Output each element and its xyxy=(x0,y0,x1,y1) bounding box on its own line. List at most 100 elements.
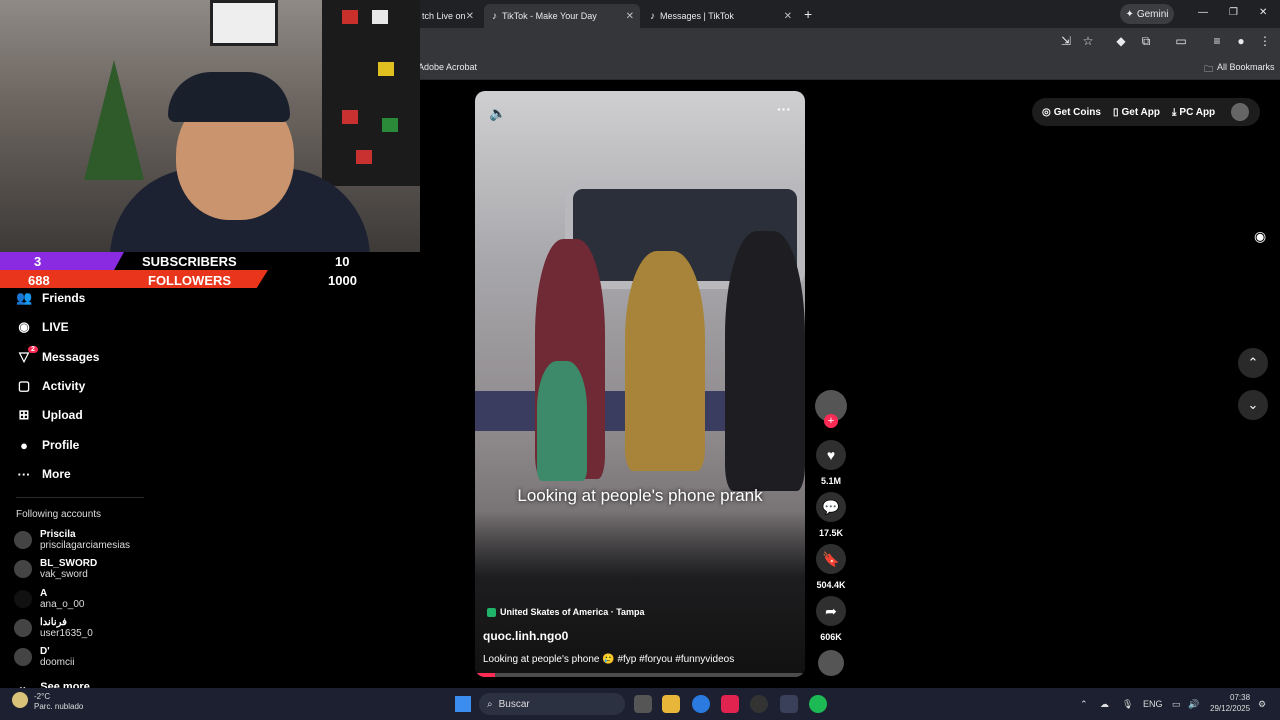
minimize-button[interactable]: — xyxy=(1198,7,1208,18)
like-button[interactable]: ♥ xyxy=(816,440,846,470)
menu-icon[interactable]: ⋮ xyxy=(1257,34,1273,48)
get-app-button[interactable]: ▯ Get App xyxy=(1113,107,1160,118)
divider xyxy=(16,497,144,498)
taskbar-search[interactable]: ⌕ Buscar xyxy=(479,693,625,715)
coin-icon: ◎ xyxy=(1042,106,1051,118)
activity-icon: ▢ xyxy=(17,378,31,393)
following-account[interactable]: Aana_o_00 xyxy=(14,586,85,612)
share-count: 606K xyxy=(820,632,842,642)
download-icon: ⤓ xyxy=(1172,106,1177,118)
close-icon[interactable]: ✕ xyxy=(466,11,474,22)
following-account[interactable]: D' doomcii xyxy=(14,644,74,670)
location-tag[interactable]: United Skates of America · Tampa xyxy=(487,607,645,617)
live-icon: ◉ xyxy=(18,319,30,334)
file-explorer-icon[interactable] xyxy=(662,695,680,713)
tab-messages[interactable]: ♪ Messages | TikTok ✕ xyxy=(642,4,798,28)
save-button[interactable]: 🔖 xyxy=(816,544,846,574)
mic-icon[interactable]: 🎙 xyxy=(1122,699,1133,710)
close-icon[interactable]: ✕ xyxy=(626,11,634,22)
video-player[interactable]: 🔈 ··· Looking at people's phone prank Un… xyxy=(475,91,805,677)
star-icon[interactable]: ☆ xyxy=(1080,34,1096,48)
foreground-legs xyxy=(475,511,805,677)
video-author[interactable]: quoc.linh.ngo0 xyxy=(483,629,568,643)
gemini-button[interactable]: ✦ Gemini xyxy=(1120,4,1174,24)
get-coins-button[interactable]: ◎ Get Coins xyxy=(1042,107,1101,118)
passenger xyxy=(725,231,805,491)
chevron-down-icon: ⌄ xyxy=(1247,397,1259,412)
bookmark-adobe[interactable]: Adobe Acrobat xyxy=(418,62,477,72)
share-button[interactable]: ➦ xyxy=(816,596,846,626)
new-tab-button[interactable]: + xyxy=(804,6,812,22)
tab-label: Messages | TikTok xyxy=(660,11,734,21)
puzzle-icon[interactable]: ⧉ xyxy=(1138,34,1154,49)
spotify-icon[interactable] xyxy=(809,695,827,713)
task-view-icon[interactable] xyxy=(634,695,652,713)
video-progress-fill xyxy=(475,673,495,677)
followers-count: 688 xyxy=(28,273,50,288)
swirl-icon[interactable]: ◉ xyxy=(1254,228,1266,245)
more-options-icon[interactable]: ··· xyxy=(777,101,791,117)
gemini-label: Gemini xyxy=(1136,8,1169,20)
language-indicator[interactable]: ENG xyxy=(1143,699,1163,709)
clock[interactable]: 07:38 29/12/2025 xyxy=(1210,692,1250,714)
sparkle-icon: ✦ xyxy=(1125,8,1134,20)
app-icon[interactable] xyxy=(780,695,798,713)
sidebar-item-profile[interactable]: ● Profile xyxy=(16,434,79,456)
avatar xyxy=(14,590,32,608)
notification-icon[interactable]: ⚙ xyxy=(1258,699,1266,710)
follow-button[interactable]: + xyxy=(824,414,838,428)
close-window-button[interactable]: ✕ xyxy=(1259,7,1267,18)
weather-widget[interactable]: -2°C Parc. nublado xyxy=(12,692,83,712)
sidebar-item-upload[interactable]: ⊞ Upload xyxy=(16,404,83,426)
cloud-icon[interactable]: ☁ xyxy=(1100,699,1109,710)
tiktok-icon: ♪ xyxy=(650,10,655,22)
following-account[interactable]: Priscila priscilagarciamesias xyxy=(14,527,130,553)
tab-label: tch Live on xyxy=(422,11,466,21)
tab-label: TikTok - Make Your Day xyxy=(502,11,597,21)
following-account[interactable]: فرناندا user1635_0 xyxy=(14,615,93,641)
following-account[interactable]: BL_SWORD vak_sword xyxy=(14,556,97,582)
video-progress-bar[interactable] xyxy=(475,673,805,677)
subscribers-count: 3 xyxy=(34,254,42,269)
sidebar-item-activity[interactable]: ▢ Activity xyxy=(16,375,86,397)
close-icon[interactable]: ✕ xyxy=(784,11,792,22)
obs-icon[interactable] xyxy=(750,695,768,713)
comment-button[interactable]: 💬 xyxy=(816,492,846,522)
cast-icon[interactable]: ▭ xyxy=(1173,34,1189,48)
restore-button[interactable]: ❐ xyxy=(1229,7,1238,18)
user-avatar[interactable] xyxy=(1231,103,1250,121)
heart-icon: ♥ xyxy=(826,447,836,463)
friends-icon: 👥 xyxy=(16,290,33,305)
phone-icon: ▯ xyxy=(1112,106,1119,118)
volume-icon[interactable]: 🔊 xyxy=(1188,699,1199,710)
pc-app-button[interactable]: ⤓ PC App xyxy=(1172,107,1215,118)
sidebar-item-friends[interactable]: 👥 Friends xyxy=(16,287,85,309)
location-icon xyxy=(487,607,496,617)
previous-video-button[interactable]: ⌃ xyxy=(1238,348,1268,378)
tab-tiktok[interactable]: ♪ TikTok - Make Your Day ✕ xyxy=(484,4,640,28)
comment-count: 17.5K xyxy=(818,528,844,538)
chevron-up-icon[interactable]: ⌃ xyxy=(1080,699,1088,710)
avatar xyxy=(14,531,32,549)
media-icon[interactable]: ≡ xyxy=(1209,34,1225,48)
sidebar-item-messages[interactable]: ▽ 2 Messages xyxy=(16,346,99,368)
sidebar-item-live[interactable]: ◉ LIVE xyxy=(16,316,68,338)
tab-twitch[interactable]: tch Live on ✕ xyxy=(414,4,480,28)
network-icon[interactable]: ▭ xyxy=(1172,699,1181,710)
install-icon[interactable]: ⇲ xyxy=(1058,34,1074,48)
all-bookmarks[interactable]: 🗀 All Bookmarks xyxy=(1204,62,1275,78)
next-video-button[interactable]: ⌄ xyxy=(1238,390,1268,420)
volume-icon[interactable]: 🔈 xyxy=(489,105,506,122)
streamer-cap xyxy=(168,72,290,122)
passenger xyxy=(625,251,705,471)
profile-avatar-icon[interactable]: ● xyxy=(1233,34,1249,48)
windows-start-icon[interactable] xyxy=(455,696,471,712)
messages-badge: 2 xyxy=(28,346,38,353)
avatar xyxy=(14,560,32,578)
chrome-icon[interactable] xyxy=(692,695,710,713)
sound-avatar[interactable] xyxy=(818,650,844,676)
sidebar-item-more[interactable]: ··· More xyxy=(16,463,71,485)
extension-diamond-icon[interactable]: ◆ xyxy=(1113,34,1129,48)
save-count: 504.4K xyxy=(816,580,846,590)
tiktok-app-icon[interactable] xyxy=(721,695,739,713)
